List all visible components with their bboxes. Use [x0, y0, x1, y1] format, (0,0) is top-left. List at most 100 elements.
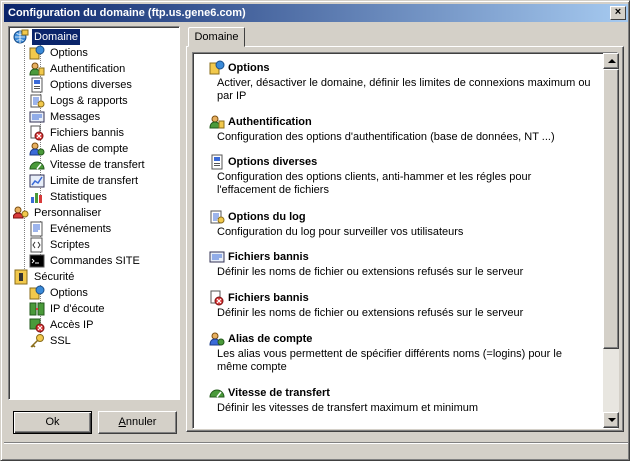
content-item-fichiers-bannis-1[interactable]: Fichiers bannis Définir les noms de fich… [209, 249, 593, 279]
scroll-up-button[interactable] [603, 53, 619, 69]
tree-item-fichiers-bannis[interactable]: Fichiers bannis [29, 125, 126, 141]
logs-icon [29, 93, 45, 109]
authentication-icon [29, 61, 45, 77]
ip-access-icon [29, 317, 45, 333]
arrow-up-icon [608, 59, 616, 63]
content-item-desc: Configuration des options clients, anti-… [217, 171, 532, 196]
tree-item-limite-de-transfert[interactable]: Limite de transfert [29, 173, 140, 189]
transfer-speed-icon [29, 157, 45, 173]
tree-item-label: Messages [50, 111, 101, 123]
cancel-accelerator: A [118, 416, 126, 428]
tree-item-security-options[interactable]: Options [29, 285, 90, 301]
close-button[interactable]: × [610, 6, 626, 20]
scroll-down-button[interactable] [603, 412, 619, 428]
messages-icon [29, 109, 45, 125]
title-bar: Configuration du domaine (ftp.us.gene6.c… [4, 4, 628, 22]
content-item-authentification[interactable]: Authentification Configuration des optio… [209, 114, 593, 144]
tree-item-label: SSL [50, 335, 71, 347]
domain-config-window: Configuration du domaine (ftp.us.gene6.c… [0, 0, 630, 461]
tree-item-label: Domaine [32, 29, 81, 45]
tree-item-label: Logs & rapports [50, 95, 128, 107]
content-item-title: Fichiers bannis [228, 292, 309, 304]
account-alias-icon [29, 141, 45, 157]
tab-domaine[interactable]: Domaine [188, 27, 245, 47]
tree-item-label: Options [50, 47, 88, 59]
statistics-icon [29, 189, 45, 205]
misc-options-icon [29, 77, 45, 93]
content-item-desc: Configuration des options d'authentifica… [217, 131, 555, 143]
tree-item-securite[interactable]: Sécurité [13, 269, 76, 285]
content-item-desc: Définir les vitesses de transfert maximu… [217, 402, 479, 414]
site-commands-icon [29, 253, 45, 269]
tree-item-vitesse-de-transfert[interactable]: Vitesse de transfert [29, 157, 147, 173]
tree-item-statistiques[interactable]: Statistiques [29, 189, 109, 205]
content-item-vitesse-de-transfert[interactable]: Vitesse de transfert Définir les vitesse… [209, 385, 593, 415]
tree-item-label: Alias de compte [50, 143, 129, 155]
arrow-down-icon [608, 418, 616, 422]
window-title: Configuration du domaine (ftp.us.gene6.c… [8, 7, 246, 19]
tree-item-acces-ip[interactable]: Accès IP [29, 317, 95, 333]
transfer-speed-icon [209, 385, 225, 401]
content-item-desc: Définir les noms de fichier ou extension… [217, 266, 524, 278]
ssl-key-icon [29, 333, 45, 349]
tree-item-authentification[interactable]: Authentification [29, 61, 127, 77]
content-item-options-diverses[interactable]: Options diverses Configuration des optio… [209, 154, 593, 197]
content-item-title: Alias de compte [228, 333, 313, 345]
tree-item-label: Statistiques [50, 191, 107, 203]
content-item-title: Fichiers bannis [228, 251, 309, 263]
content-item-title: Authentification [228, 116, 312, 128]
tree-item-commandes-site[interactable]: Commandes SITE [29, 253, 142, 269]
scripts-icon [29, 237, 45, 253]
scroll-thumb[interactable] [603, 69, 619, 349]
content-item-options[interactable]: Options Activer, désactiver le domaine, … [209, 60, 593, 103]
customize-icon [13, 205, 29, 221]
cancel-label-rest: nnuler [125, 416, 157, 428]
tree-item-messages[interactable]: Messages [29, 109, 102, 125]
tree-item-label: Sécurité [34, 271, 75, 283]
messages-icon [209, 249, 225, 265]
tree-item-label: Fichiers bannis [50, 127, 124, 139]
security-options-icon [29, 285, 45, 301]
cancel-button[interactable]: Annuler [98, 411, 177, 434]
transfer-limit-icon [29, 173, 45, 189]
tree-item-personnaliser[interactable]: Personnaliser [13, 205, 103, 221]
ok-button[interactable]: Ok [13, 411, 92, 434]
account-alias-icon [209, 331, 225, 347]
vertical-scrollbar[interactable] [603, 53, 619, 428]
content-item-desc: Définir les noms de fichier ou extension… [217, 307, 524, 319]
tree-item-ssl[interactable]: SSL [29, 333, 73, 349]
banned-files-icon [209, 290, 225, 306]
tree-item-label: Evénements [50, 223, 112, 235]
tree-item-scriptes[interactable]: Scriptes [29, 237, 92, 253]
tree-item-options-diverses[interactable]: Options diverses [29, 77, 134, 93]
tree-item-options[interactable]: Options [29, 45, 90, 61]
options-icon [209, 60, 225, 76]
tree-item-label: Vitesse de transfert [50, 159, 145, 171]
content-item-desc: Configuration du log pour surveiller vos… [217, 226, 464, 238]
tree-item-evenements[interactable]: Evénements [29, 221, 113, 237]
tree-item-label: Accès IP [50, 319, 94, 331]
tree-item-label: IP d'écoute [50, 303, 105, 315]
banned-files-icon [29, 125, 45, 141]
content-item-alias-de-compte[interactable]: Alias de compte Les alias vous permetten… [209, 331, 593, 374]
tree-item-label: Authentification [50, 63, 126, 75]
security-icon [13, 269, 29, 285]
navigation-tree: Domaine Options Authentification Options… [8, 26, 180, 400]
authentication-icon [209, 114, 225, 130]
content-item-options-du-log[interactable]: Options du log Configuration du log pour… [209, 209, 593, 239]
tree-item-logs-rapports[interactable]: Logs & rapports [29, 93, 130, 109]
tree-item-alias-de-compte[interactable]: Alias de compte [29, 141, 130, 157]
content-item-desc: Les alias vous permettent de spécifier d… [217, 348, 562, 373]
tree-item-label: Scriptes [50, 239, 90, 251]
tree-item-label: Limite de transfert [50, 175, 139, 187]
logs-icon [209, 209, 225, 225]
tree-item-ip-ecoute[interactable]: IP d'écoute [29, 301, 107, 317]
content-item-desc: Activer, désactiver le domaine, définir … [217, 77, 591, 102]
content-item-fichiers-bannis-2[interactable]: Fichiers bannis Définir les noms de fich… [209, 290, 593, 320]
misc-options-icon [209, 154, 225, 170]
content-item-title: Vitesse de transfert [228, 387, 330, 399]
tree-item-label: Commandes SITE [50, 255, 140, 267]
tree-item-domaine[interactable]: Domaine [13, 29, 81, 45]
tree-item-label: Options diverses [50, 79, 132, 91]
options-icon [29, 45, 45, 61]
